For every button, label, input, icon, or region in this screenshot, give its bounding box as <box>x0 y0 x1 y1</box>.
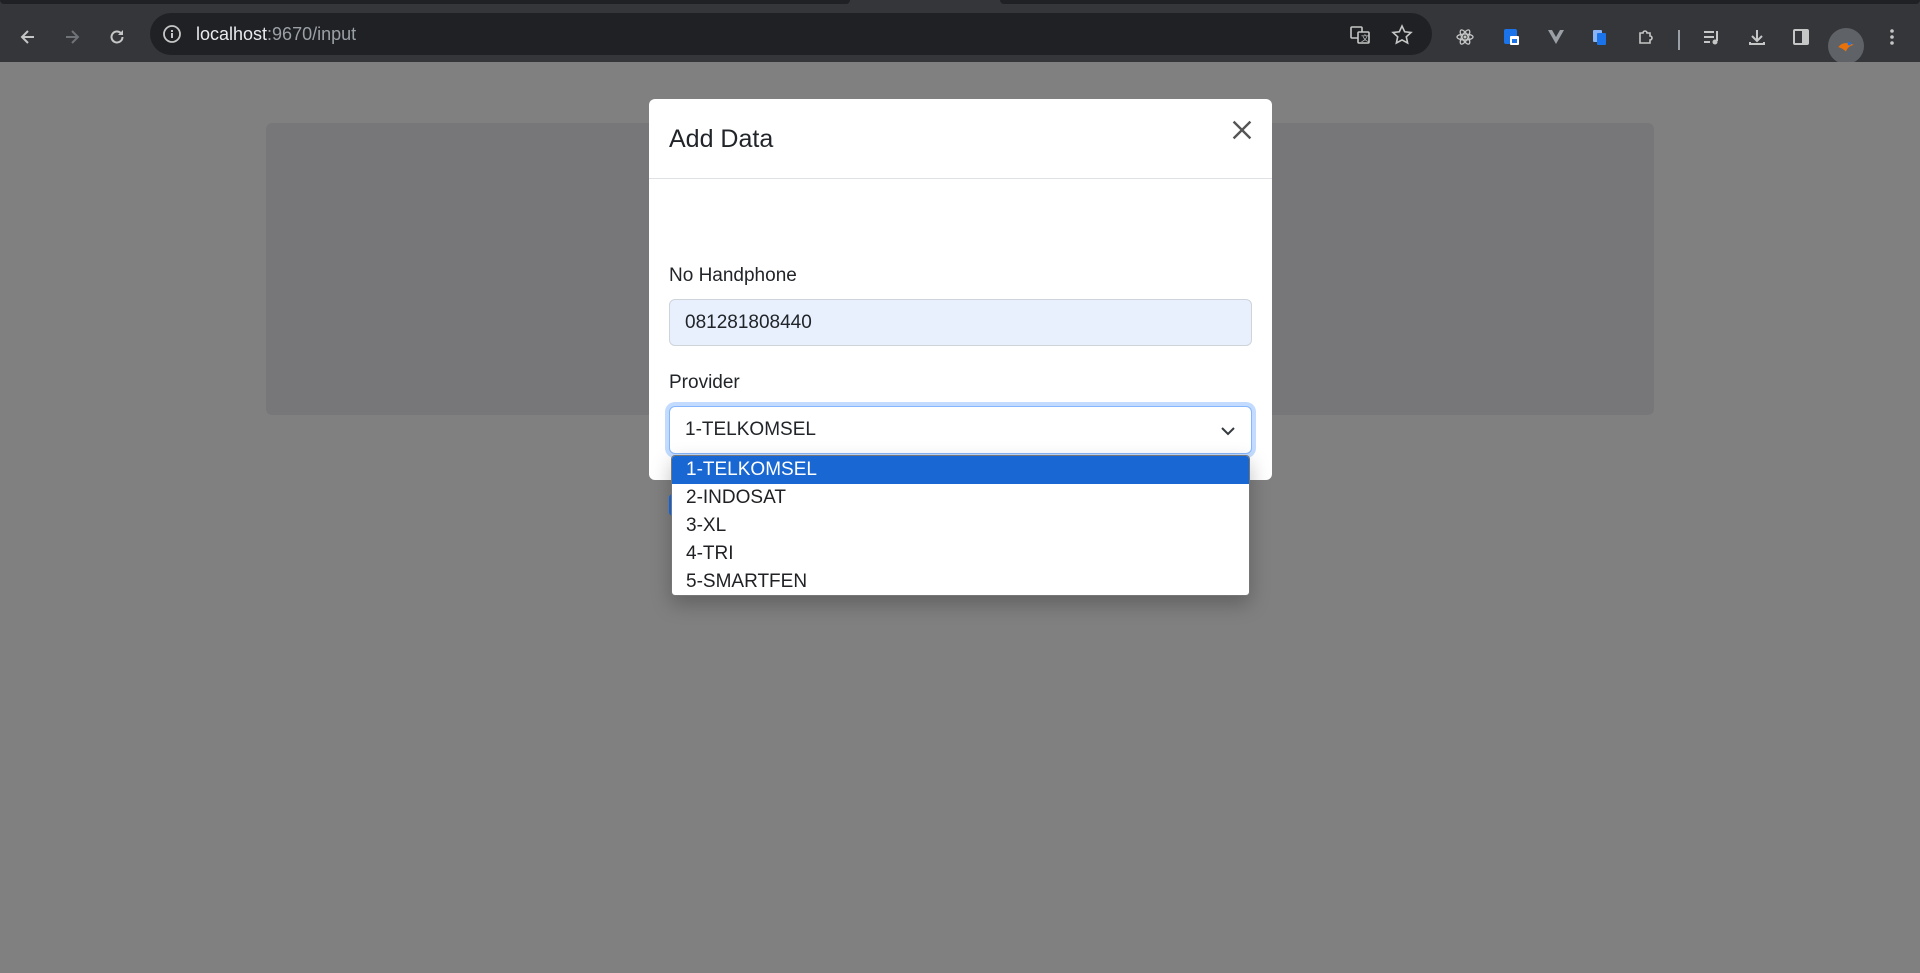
tab[interactable] <box>0 0 850 4</box>
playlist-icon <box>1704 31 1718 45</box>
info-icon[interactable] <box>162 24 182 44</box>
provider-selected-value: 1-TELKOMSEL <box>685 419 816 440</box>
phone-input[interactable]: 081281808440 <box>669 299 1252 346</box>
reload-icon <box>110 30 124 44</box>
puzzle-icon <box>1639 30 1653 44</box>
profile-avatar[interactable] <box>1828 28 1864 64</box>
provider-option[interactable]: 1-TELKOMSEL <box>672 456 1249 484</box>
forward-button[interactable] <box>56 21 88 53</box>
address-bar[interactable]: localhost:9670/input 文 <box>150 13 1432 55</box>
bookmark-star-icon[interactable] <box>1391 24 1413 46</box>
add-data-modal: Add Data No Handphone 081281808440 Provi… <box>649 99 1272 516</box>
back-button[interactable] <box>12 21 44 53</box>
provider-option[interactable]: 4-TRI <box>672 540 1249 568</box>
tab-strip <box>0 0 1920 12</box>
modal-title: Add Data <box>669 125 774 153</box>
shield-extension[interactable] <box>1495 21 1527 53</box>
translate-icon[interactable]: 文 <box>1349 24 1371 46</box>
tab[interactable] <box>1000 0 1920 4</box>
provider-option[interactable]: 3-XL <box>672 512 1249 540</box>
provider-option[interactable]: 2-INDOSAT <box>672 484 1249 512</box>
download-icon <box>1749 30 1765 45</box>
extensions-button[interactable] <box>1630 21 1662 53</box>
svg-text:文: 文 <box>1361 33 1369 43</box>
url-text[interactable]: localhost:9670/input <box>196 24 356 45</box>
modal-header: Add Data <box>649 99 1272 179</box>
vue-devtools-extension[interactable] <box>1540 21 1572 53</box>
close-button[interactable] <box>1227 115 1257 145</box>
provider-option[interactable]: 5-SMARTFEN <box>672 568 1249 595</box>
phone-label: No Handphone <box>669 265 797 286</box>
side-panel-button[interactable] <box>1785 21 1817 53</box>
react-icon <box>1456 29 1474 45</box>
react-devtools-extension[interactable] <box>1449 21 1481 53</box>
shield-icon <box>1504 29 1519 45</box>
kebab-menu-icon <box>1890 29 1894 45</box>
provider-select[interactable]: 1-TELKOMSEL <box>669 406 1252 454</box>
toolbar-divider <box>1678 30 1680 50</box>
page-viewport: Add Data No Handphone 081281808440 Provi… <box>0 62 1920 973</box>
media-controls-button[interactable] <box>1696 21 1728 53</box>
copy-extension[interactable] <box>1584 21 1616 53</box>
close-icon <box>1232 120 1252 140</box>
vue-icon <box>1548 30 1564 44</box>
avatar-icon <box>1838 42 1854 52</box>
copy-icon <box>1593 30 1606 45</box>
arrow-left-icon <box>20 30 34 44</box>
provider-dropdown-list[interactable]: 1-TELKOMSEL 2-INDOSAT 3-XL 4-TRI 5-SMARTFEN <box>671 455 1250 596</box>
chevron-down-icon <box>1221 427 1235 436</box>
reload-button[interactable] <box>101 21 133 53</box>
provider-label: Provider <box>669 372 740 393</box>
menu-button[interactable] <box>1876 21 1908 53</box>
side-panel-icon <box>1793 29 1809 45</box>
arrow-right-icon <box>66 30 80 44</box>
downloads-button[interactable] <box>1741 21 1773 53</box>
browser-toolbar: localhost:9670/input 文 <box>0 12 1920 64</box>
